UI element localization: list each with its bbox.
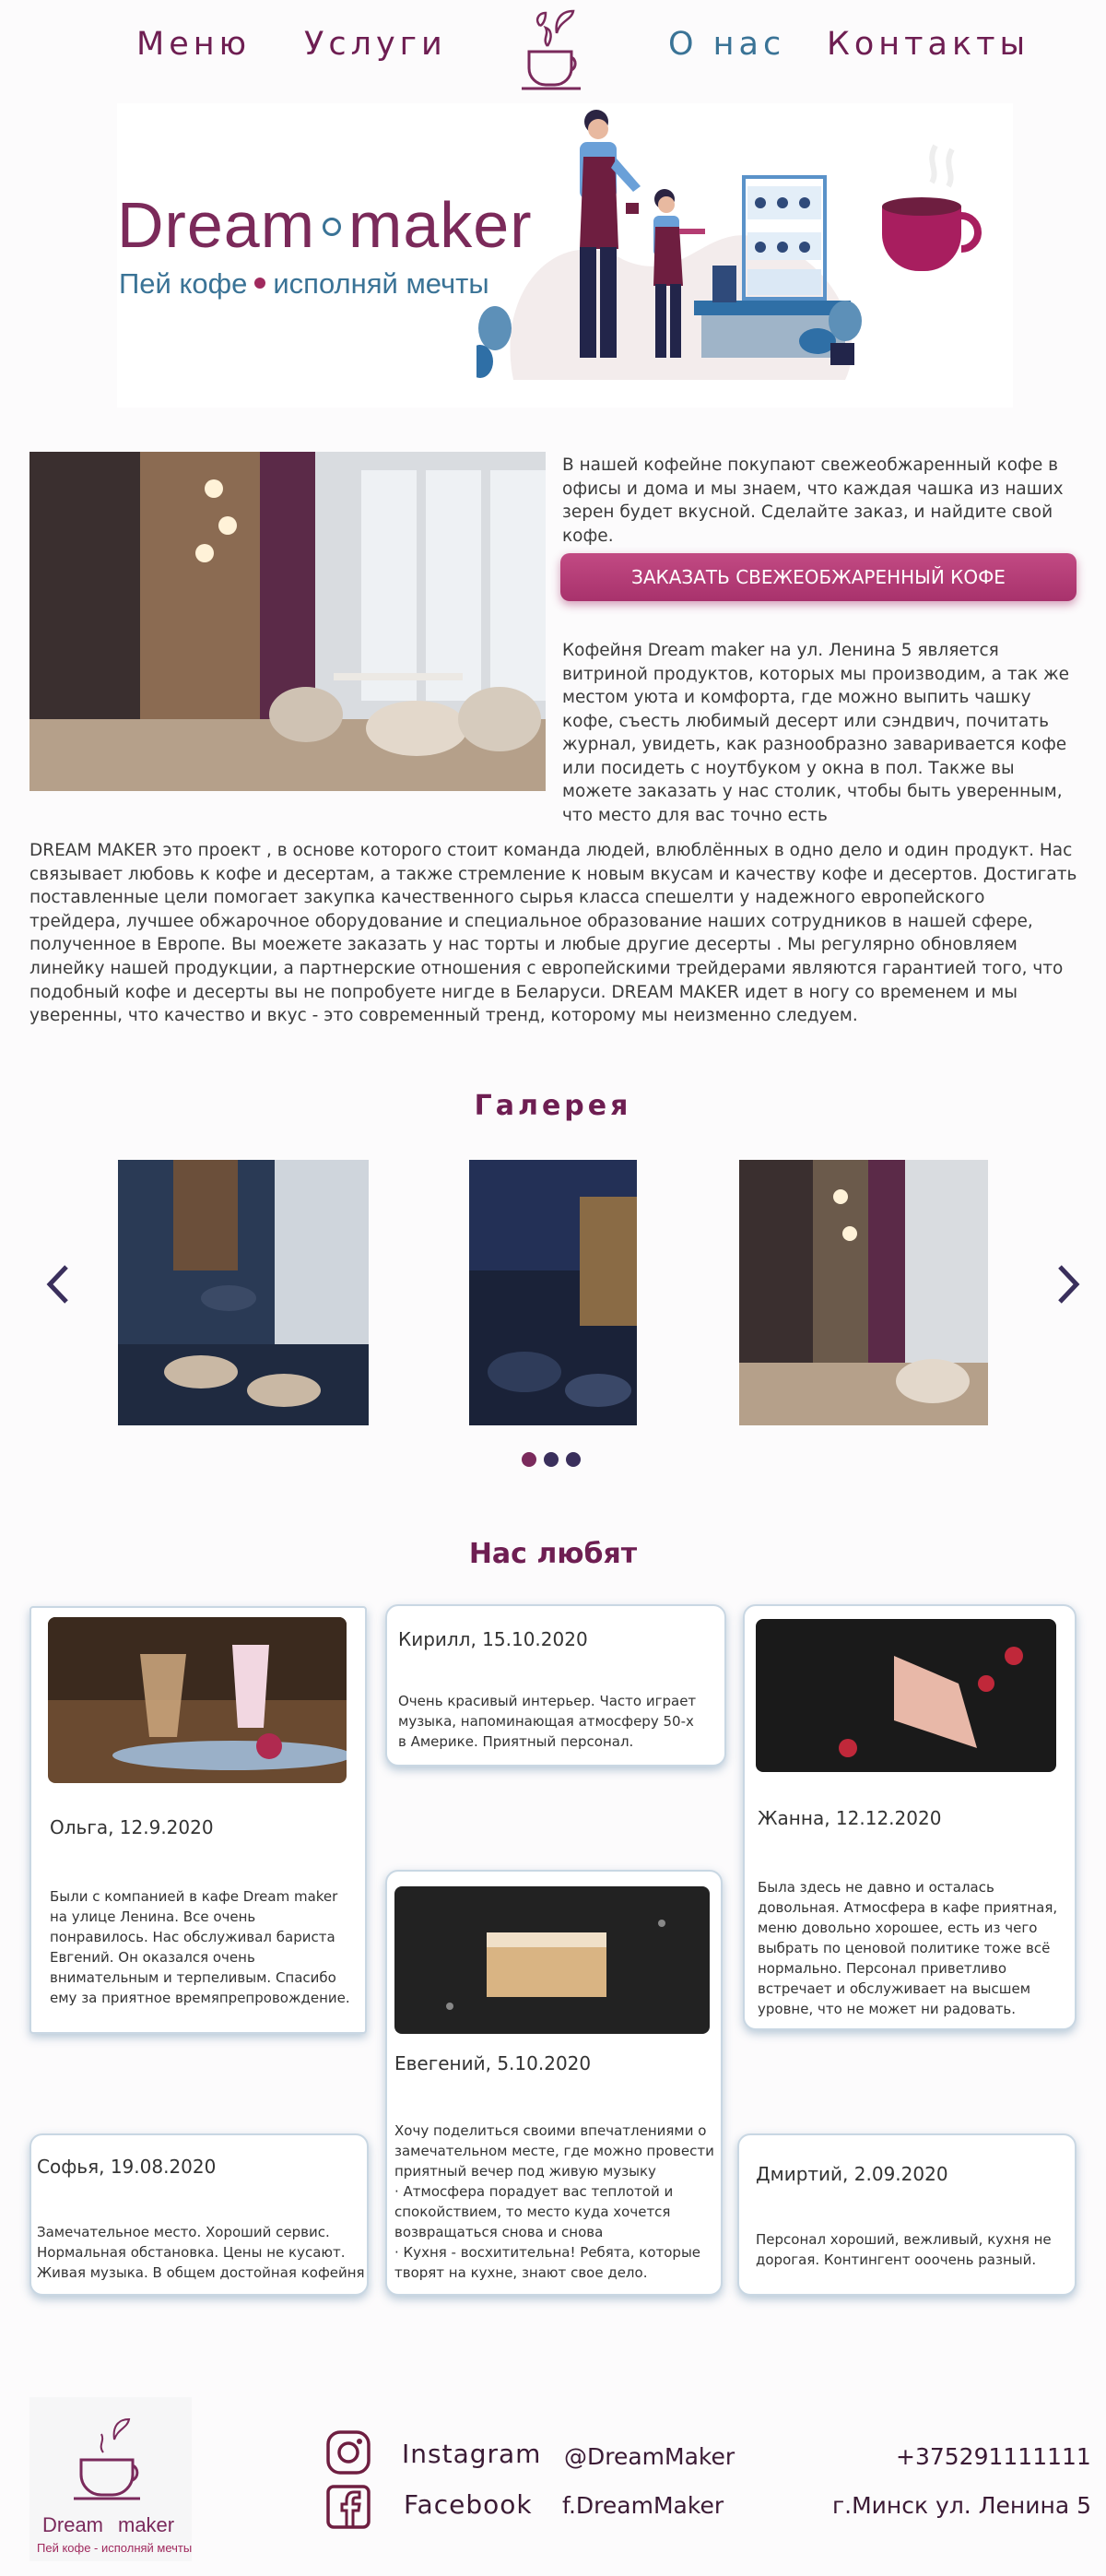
footer-logo[interactable]: Dream maker Пей кофе - исполняй мечты xyxy=(29,2397,192,2561)
footer-logo-tagline: Пей кофе - исполняй мечты xyxy=(37,2541,192,2555)
review-card: Жанна, 12.12.2020 Была здесь не давно и … xyxy=(743,1604,1077,2030)
footer-logo-name: Dream xyxy=(42,2513,103,2536)
gallery-prev-arrow-icon[interactable] xyxy=(39,1261,79,1307)
brand-word-dream: Dream xyxy=(117,189,316,261)
nav-contacts-link[interactable]: Контакты xyxy=(827,26,1030,63)
gallery-dot-2[interactable] xyxy=(544,1452,559,1467)
review-card: Ольга, 12.9.2020 Были с компанией в кафе… xyxy=(29,1606,367,2034)
review-author: Ольга, 12.9.2020 xyxy=(50,1816,214,1838)
review-photo-napoleon-cake xyxy=(394,1886,710,2034)
footer-logo-name-2: maker xyxy=(118,2513,174,2536)
facebook-link[interactable]: Facebook xyxy=(404,2489,533,2520)
tagline-part-2: исполняй мечты xyxy=(273,267,489,300)
hero-banner: Dream maker Пей кофе исполняй мечты xyxy=(117,103,1013,408)
barista-illustration xyxy=(477,110,982,380)
cafe-interior-photo xyxy=(29,452,546,791)
review-author: Кирилл, 15.10.2020 xyxy=(398,1628,588,1650)
nav-services-link[interactable]: Услуги xyxy=(304,26,447,63)
review-author: Жанна, 12.12.2020 xyxy=(758,1807,942,1829)
review-text: Персонал хороший, вежливый, кухня не дор… xyxy=(756,2231,1052,2268)
footer-phone[interactable]: +375291111111 xyxy=(896,2443,1091,2470)
tagline-part-1: Пей кофе xyxy=(119,267,248,300)
gallery-photo-2[interactable] xyxy=(469,1160,637,1425)
instagram-icon[interactable] xyxy=(325,2429,371,2476)
footer-address: г.Минск ул. Ленина 5 xyxy=(832,2492,1091,2519)
review-photo-dessert xyxy=(48,1617,347,1783)
gallery-next-arrow-icon[interactable] xyxy=(1047,1261,1088,1307)
intro-paragraph-1: В нашей кофейне покупают свежеобжаренный… xyxy=(562,455,1064,546)
intro-paragraph-2: Кофейня Dream maker на ул. Ленина 5 явля… xyxy=(562,641,1070,825)
review-card: Софья, 19.08.2020 Замечательное место. Х… xyxy=(29,2133,369,2296)
brand-logotype: Dream maker xyxy=(117,188,533,262)
facebook-icon[interactable] xyxy=(325,2484,371,2530)
review-text: Замечательное место. Хороший сервис. Нор… xyxy=(37,2224,365,2281)
review-author: Дмиртий, 2.09.2020 xyxy=(756,2163,948,2185)
about-paragraph: DREAM MAKER это проект , в основе которо… xyxy=(29,841,1077,1026)
review-photo-cake xyxy=(756,1619,1056,1772)
review-text: Была здесь не давно и осталась довольная… xyxy=(758,1879,1058,2017)
gallery-photo-3[interactable] xyxy=(739,1160,988,1425)
brand-tagline: Пей кофе исполняй мечты xyxy=(119,267,489,301)
top-nav: Меню Услуги О нас Контакты xyxy=(0,0,1106,92)
instagram-handle[interactable]: @DreamMaker xyxy=(564,2443,735,2470)
review-card: Дмиртий, 2.09.2020 Персонал хороший, веж… xyxy=(737,2133,1077,2296)
review-text: Были с компанией в кафе Dream maker на у… xyxy=(50,1888,350,2006)
order-coffee-button[interactable]: ЗАКАЗАТЬ СВЕЖЕОБЖАРЕННЫЙ КОФЕ xyxy=(560,553,1077,601)
review-card: Евегений, 5.10.2020 Хочу поделиться свои… xyxy=(385,1870,723,2296)
reviews-title: Нас любят xyxy=(468,1538,638,1570)
nav-menu-link[interactable]: Меню xyxy=(136,26,251,63)
instagram-link[interactable]: Instagram xyxy=(402,2439,541,2469)
gallery-dot-1[interactable] xyxy=(522,1452,536,1467)
gallery-title: Галерея xyxy=(474,1090,632,1122)
review-author: Софья, 19.08.2020 xyxy=(37,2156,217,2178)
review-author: Евегений, 5.10.2020 xyxy=(394,2052,592,2074)
facebook-handle[interactable]: f.DreamMaker xyxy=(562,2492,724,2519)
nav-about-link[interactable]: О нас xyxy=(668,26,785,63)
coffee-cup-logo-icon[interactable] xyxy=(516,6,592,90)
review-card: Кирилл, 15.10.2020 Очень красивый интерь… xyxy=(385,1604,726,1767)
review-text: Хочу поделиться своими впечатлениями о з… xyxy=(394,2122,714,2281)
review-text: Очень красивый интерьер. Часто играет му… xyxy=(398,1693,697,1750)
gallery-photo-1[interactable] xyxy=(118,1160,369,1425)
gallery-dot-3[interactable] xyxy=(566,1452,581,1467)
